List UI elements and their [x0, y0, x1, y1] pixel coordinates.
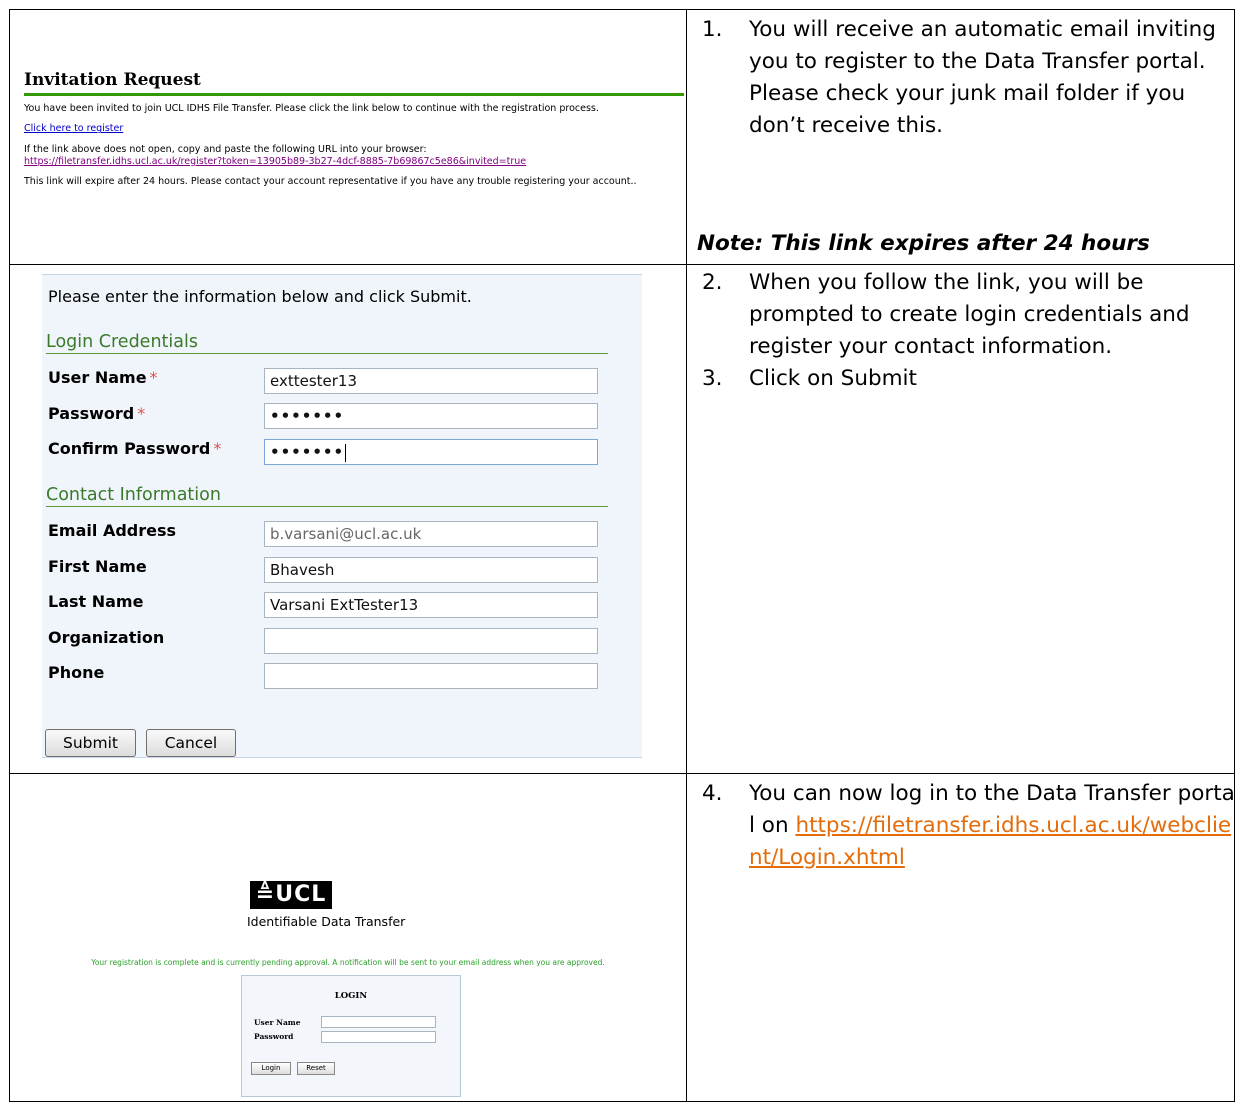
section-contact-information: Contact Information: [46, 485, 608, 507]
registration-form-cell: Please enter the information below and c…: [9, 264, 687, 774]
webclient-login-link[interactable]: https://filetransfer.idhs.ucl.ac.uk/webc…: [749, 813, 1231, 870]
login-password-label: Password: [254, 1032, 294, 1041]
phone-input[interactable]: [264, 663, 598, 689]
steps-2-3: 2. When you follow the link, you will be…: [702, 267, 1229, 395]
step4: 4. You can now log in to the Data Transf…: [702, 778, 1235, 874]
reset-button[interactable]: Reset: [297, 1062, 335, 1075]
password-input[interactable]: •••••••: [264, 403, 598, 429]
text-caret: [345, 443, 347, 462]
email-input[interactable]: b.varsani@ucl.ac.uk: [264, 521, 598, 547]
confirm-password-label: Confirm Password *: [48, 439, 222, 458]
submit-button[interactable]: Submit: [45, 729, 136, 757]
login-button[interactable]: Login: [251, 1062, 291, 1075]
invite-text: You have been invited to join UCL IDHS F…: [24, 103, 599, 114]
step1-cell: 1. You will receive an automatic email i…: [686, 9, 1235, 265]
organization-input[interactable]: [264, 628, 598, 654]
email-title: Invitation Request: [24, 70, 201, 90]
required-mark: *: [137, 404, 146, 423]
registration-form: Please enter the information below and c…: [42, 274, 642, 758]
step3-text: Click on Submit: [749, 366, 917, 391]
email-title-rule: [24, 93, 684, 96]
step4-number: 4.: [702, 781, 723, 806]
required-mark: *: [149, 368, 158, 387]
step1: 1. You will receive an automatic email i…: [702, 14, 1229, 142]
last-name-input[interactable]: Varsani ExtTester13: [264, 592, 598, 618]
required-mark: *: [213, 439, 222, 458]
login-box: LOGIN User Name Password Login Reset: [241, 975, 461, 1097]
instructions-table: Invitation Request You have been invited…: [9, 9, 1235, 1102]
section-login-credentials: Login Credentials: [46, 332, 608, 354]
organization-label: Organization: [48, 628, 165, 647]
step2: 2. When you follow the link, you will be…: [702, 267, 1229, 363]
last-name-label: Last Name: [48, 592, 144, 611]
register-link[interactable]: Click here to register: [24, 123, 123, 134]
step1-number: 1.: [702, 17, 723, 42]
step3-number: 3.: [702, 366, 723, 391]
step4-cell: 4. You can now log in to the Data Transf…: [686, 773, 1235, 1102]
fallback-text: If the link above does not open, copy an…: [24, 143, 427, 155]
login-user-name-input[interactable]: [321, 1016, 436, 1028]
ucl-logo: ≜UCL: [250, 881, 332, 909]
email-label: Email Address: [48, 521, 177, 540]
invitation-email: Invitation Request You have been invited…: [24, 70, 684, 197]
step2-number: 2.: [702, 270, 723, 295]
cancel-button[interactable]: Cancel: [146, 729, 236, 757]
portal-subtitle: Identifiable Data Transfer: [247, 914, 406, 929]
invitation-email-cell: Invitation Request You have been invited…: [9, 9, 687, 265]
login-user-name-label: User Name: [254, 1018, 301, 1027]
password-label: Password *: [48, 404, 146, 423]
form-intro: Please enter the information below and c…: [48, 287, 472, 306]
expiry-text: This link will expire after 24 hours. Pl…: [24, 176, 637, 188]
step2-text: When you follow the link, you will be pr…: [749, 270, 1190, 359]
phone-label: Phone: [48, 663, 105, 682]
first-name-label: First Name: [48, 557, 147, 576]
login-title: LOGIN: [334, 991, 368, 1001]
user-name-input[interactable]: exttester13: [264, 368, 598, 394]
confirm-password-input[interactable]: •••••••: [264, 439, 598, 465]
first-name-input[interactable]: Bhavesh: [264, 557, 598, 583]
step1-text: You will receive an automatic email invi…: [749, 17, 1216, 138]
pending-approval-message: Your registration is complete and is cur…: [91, 958, 605, 967]
login-password-input[interactable]: [321, 1031, 436, 1043]
login-page-cell: ≜UCL Identifiable Data Transfer Your reg…: [9, 773, 687, 1102]
register-url-link[interactable]: https://filetransfer.idhs.ucl.ac.uk/regi…: [24, 156, 684, 168]
expiry-note: Note: This link expires after 24 hours: [697, 231, 1150, 256]
steps-2-3-cell: 2. When you follow the link, you will be…: [686, 264, 1235, 774]
user-name-label: User Name *: [48, 368, 158, 387]
step3: 3. Click on Submit: [702, 363, 1229, 395]
